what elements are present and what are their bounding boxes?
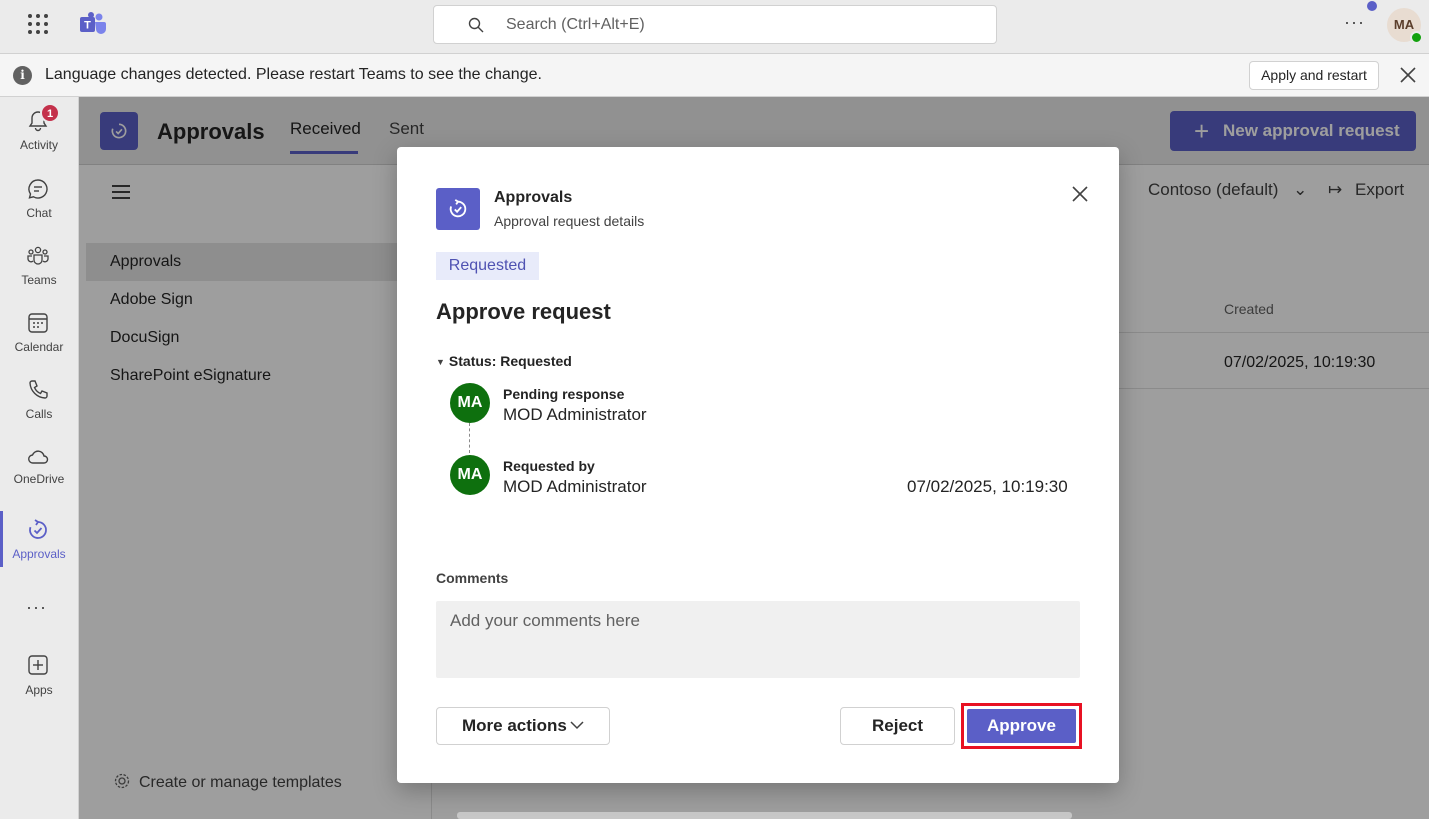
banner-message: Language changes detected. Please restar… bbox=[45, 66, 542, 83]
dialog-title: Approve request bbox=[436, 299, 611, 324]
user-initials: MA bbox=[1393, 17, 1415, 32]
dialog-subtitle: Approval request details bbox=[494, 213, 645, 229]
rail-label: Approvals bbox=[12, 547, 66, 561]
close-icon[interactable] bbox=[1398, 65, 1418, 85]
requested-date: 07/02/2025, 10:19:30 bbox=[907, 477, 1068, 496]
apply-and-restart-button[interactable]: Apply and restart bbox=[1249, 61, 1379, 90]
calendar-icon bbox=[28, 313, 48, 333]
activity-badge: 1 bbox=[40, 103, 60, 123]
status-heading: Status: Requested bbox=[448, 353, 572, 369]
approve-highlight-box: Approve bbox=[961, 703, 1082, 749]
app-rail: 1 Activity Chat Teams Calendar Calls One… bbox=[0, 97, 79, 819]
close-icon[interactable] bbox=[1071, 185, 1089, 203]
rail-item-activity[interactable]: 1 Activity bbox=[0, 103, 78, 169]
rail-item-approvals[interactable]: Approvals bbox=[0, 518, 78, 578]
rail-label: Calendar bbox=[14, 340, 64, 354]
notification-dot bbox=[1367, 1, 1377, 11]
chat-icon bbox=[28, 179, 48, 199]
rail-item-calls[interactable]: Calls bbox=[0, 378, 78, 438]
rail-item-onedrive[interactable]: OneDrive bbox=[0, 445, 78, 505]
approve-button[interactable]: Approve bbox=[967, 709, 1076, 743]
rail-label: Calls bbox=[25, 407, 53, 421]
requested-by-label: Requested by bbox=[503, 458, 595, 474]
rail-item-apps[interactable]: Apps bbox=[0, 653, 78, 713]
comments-label: Comments bbox=[436, 570, 509, 586]
info-icon: i bbox=[13, 66, 32, 85]
notification-banner: i Language changes detected. Please rest… bbox=[0, 54, 1429, 97]
more-actions-button[interactable]: More actions bbox=[436, 707, 610, 745]
status-badge: Requested bbox=[436, 252, 539, 280]
add-app-icon bbox=[28, 655, 48, 675]
rail-item-teams[interactable]: Teams bbox=[0, 244, 78, 304]
requester-name: MOD Administrator bbox=[503, 477, 647, 496]
horizontal-scrollbar[interactable] bbox=[457, 812, 1072, 819]
search-icon bbox=[468, 17, 484, 33]
presence-available-icon bbox=[1410, 31, 1423, 44]
app-launcher-icon[interactable] bbox=[28, 14, 48, 34]
caret-down-icon: ▼ bbox=[436, 357, 445, 367]
user-avatar[interactable]: MA bbox=[1387, 8, 1423, 44]
top-bar: T Search (Ctrl+Alt+E) ··· MA bbox=[0, 0, 1429, 54]
comments-field[interactable] bbox=[436, 601, 1080, 678]
status-section-toggle[interactable]: ▼ Status: Requested bbox=[436, 353, 572, 369]
phone-icon bbox=[29, 380, 48, 399]
timeline-connector bbox=[469, 423, 470, 453]
rail-item-calendar[interactable]: Calendar bbox=[0, 311, 78, 371]
rail-label: Teams bbox=[21, 273, 57, 287]
chevron-down-icon bbox=[570, 721, 584, 730]
avatar: MA bbox=[450, 455, 490, 495]
cloud-icon bbox=[28, 450, 49, 464]
rail-label: Apps bbox=[25, 683, 53, 697]
dialog-app-name: Approvals bbox=[494, 189, 573, 206]
search-placeholder: Search (Ctrl+Alt+E) bbox=[506, 16, 645, 33]
teams-logo-icon: T bbox=[80, 12, 106, 34]
rail-label: Activity bbox=[19, 138, 58, 152]
search-bar[interactable]: Search (Ctrl+Alt+E) bbox=[433, 5, 997, 44]
approval-details-dialog: Approvals Approval request details Reque… bbox=[397, 147, 1119, 783]
pending-person-name: MOD Administrator bbox=[503, 405, 647, 424]
approvals-app-icon bbox=[436, 188, 480, 230]
approvals-icon bbox=[29, 519, 47, 539]
reject-button[interactable]: Reject bbox=[840, 707, 955, 745]
more-options-icon[interactable]: ··· bbox=[1344, 12, 1365, 33]
rail-label: Chat bbox=[26, 206, 52, 220]
more-actions-label: More actions bbox=[462, 716, 567, 735]
rail-item-chat[interactable]: Chat bbox=[0, 177, 78, 237]
pending-response-label: Pending response bbox=[503, 386, 625, 402]
svg-text:T: T bbox=[84, 20, 91, 32]
rail-label: OneDrive bbox=[13, 472, 65, 486]
avatar: MA bbox=[450, 383, 490, 423]
teams-icon bbox=[27, 246, 49, 265]
more-apps-icon[interactable]: ··· bbox=[26, 597, 47, 618]
